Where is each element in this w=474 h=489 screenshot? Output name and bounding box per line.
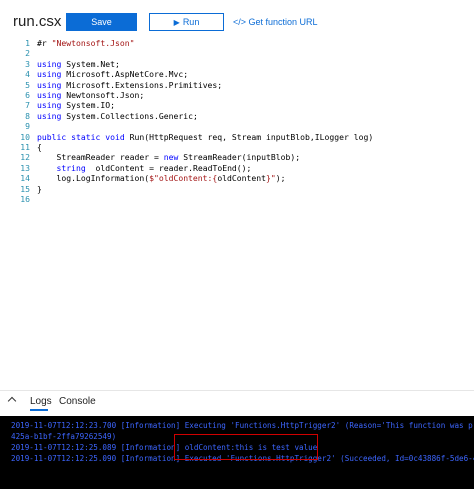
line-number: 15 — [20, 183, 30, 194]
code-line[interactable]: 6 using Newtonsoft.Json; — [0, 90, 474, 100]
line-number: 2 — [25, 48, 30, 59]
line-number: 13 — [20, 162, 30, 173]
divider — [0, 390, 474, 391]
code-token: public static void — [37, 131, 125, 142]
run-button[interactable]: ▶ Run — [149, 13, 224, 31]
get-function-url-link[interactable]: </> Get function URL — [233, 17, 318, 27]
code-text: using Microsoft.Extensions.Primitives; — [37, 80, 222, 90]
code-token: }" — [266, 173, 276, 184]
code-text: log.LogInformation($"oldContent:{oldCont… — [37, 173, 286, 184]
code-line[interactable]: 13 string oldContent = reader.ReadToEnd(… — [0, 163, 474, 173]
code-token: new — [163, 152, 179, 163]
tab-logs-underline — [30, 409, 48, 411]
code-text: { — [37, 142, 42, 152]
code-text: public static void Run(HttpRequest req, … — [37, 132, 373, 142]
code-line[interactable]: 9 — [0, 121, 474, 131]
code-line[interactable]: 2 — [0, 48, 474, 58]
line-number: 9 — [25, 121, 30, 132]
code-token: $"oldContent:{ — [149, 173, 218, 184]
code-token: System.IO; — [61, 100, 115, 111]
code-text: StreamReader reader = new StreamReader(i… — [37, 152, 300, 162]
code-line[interactable]: 16 — [0, 194, 474, 204]
code-token: ); — [275, 173, 286, 184]
code-token: using — [37, 69, 62, 80]
code-text: using System.Net; — [37, 59, 120, 69]
code-line[interactable]: 15} — [0, 184, 474, 194]
code-token: using — [37, 58, 62, 69]
code-text: #r "Newtonsoft.Json" — [37, 38, 134, 48]
save-button[interactable]: Save — [66, 13, 137, 31]
line-number: 14 — [20, 173, 30, 184]
code-token: using — [37, 79, 62, 90]
code-token: System.Collections.Generic; — [61, 110, 198, 121]
line-number: 5 — [25, 79, 30, 90]
line-number: 12 — [20, 152, 30, 163]
code-line[interactable]: 7 using System.IO; — [0, 100, 474, 110]
line-number: 6 — [25, 90, 30, 100]
code-line[interactable]: 11 { — [0, 142, 474, 152]
log-line: 2019-11-07T12:12:23.700 [Information] Ex… — [11, 421, 474, 430]
code-text: using Newtonsoft.Json; — [37, 90, 144, 100]
line-number: 11 — [20, 142, 30, 152]
highlight-box — [174, 434, 318, 460]
code-token: Microsoft.AspNetCore.Mvc; — [61, 69, 189, 80]
code-token: "Newtonsoft.Json" — [51, 38, 135, 48]
code-token: } — [37, 183, 42, 194]
code-token: using — [37, 110, 62, 121]
line-number: 8 — [25, 110, 30, 121]
run-button-label: Run — [182, 17, 200, 27]
code-token: oldContent — [217, 173, 267, 184]
code-token: oldContent = reader.ReadToEnd(); — [85, 162, 252, 173]
code-token: string — [56, 162, 86, 173]
line-number: 1 — [25, 38, 30, 48]
tab-console[interactable]: Console — [59, 396, 96, 407]
file-title: run.csx — [13, 13, 62, 30]
code-token: #r — [37, 38, 52, 48]
line-number: 7 — [25, 100, 30, 111]
code-line[interactable]: 8 using System.Collections.Generic; — [0, 111, 474, 121]
code-line[interactable]: 5 using Microsoft.Extensions.Primitives; — [0, 80, 474, 90]
line-number: 4 — [25, 69, 30, 80]
code-text: using System.Collections.Generic; — [37, 111, 198, 121]
code-line[interactable]: 4 using Microsoft.AspNetCore.Mvc; — [0, 69, 474, 79]
code-token: { — [37, 142, 42, 152]
code-line[interactable]: 3 using System.Net; — [0, 59, 474, 69]
chevron-down-icon[interactable] — [7, 396, 17, 406]
code-token: Newtonsoft.Json; — [61, 90, 145, 100]
tab-logs[interactable]: Logs — [30, 396, 52, 407]
line-number: 10 — [20, 131, 30, 142]
code-token: Microsoft.Extensions.Primitives; — [61, 79, 223, 90]
code-line[interactable]: 12 StreamReader reader = new StreamReade… — [0, 152, 474, 162]
code-line[interactable]: 14 log.LogInformation($"oldContent:{oldC… — [0, 173, 474, 183]
code-token: System.Net; — [61, 58, 120, 69]
play-icon: ▶ — [173, 17, 180, 27]
code-token: log.LogInformation( — [37, 173, 150, 184]
code-line[interactable]: 1 #r "Newtonsoft.Json" — [0, 38, 474, 48]
code-token: using — [37, 100, 62, 111]
code-token: using — [37, 90, 62, 100]
code-text: } — [37, 184, 42, 194]
code-text: string oldContent = reader.ReadToEnd(); — [37, 162, 252, 173]
code-text: using System.IO; — [37, 100, 115, 110]
code-token: Run(HttpRequest req, Stream inputBlob,IL… — [124, 131, 374, 142]
line-number: 3 — [25, 58, 30, 69]
line-number: 16 — [20, 194, 30, 204]
code-token: StreamReader(inputBlob); — [178, 152, 301, 163]
code-line[interactable]: 10 public static void Run(HttpRequest req… — [0, 132, 474, 142]
code-editor[interactable]: 1 #r "Newtonsoft.Json" 2 3 using System.Net;… — [0, 36, 474, 236]
code-token: StreamReader reader = — [37, 152, 164, 163]
code-text: using Microsoft.AspNetCore.Mvc; — [37, 69, 188, 79]
log-line: 425a-b1bf-2ffa79262549) — [11, 432, 117, 441]
